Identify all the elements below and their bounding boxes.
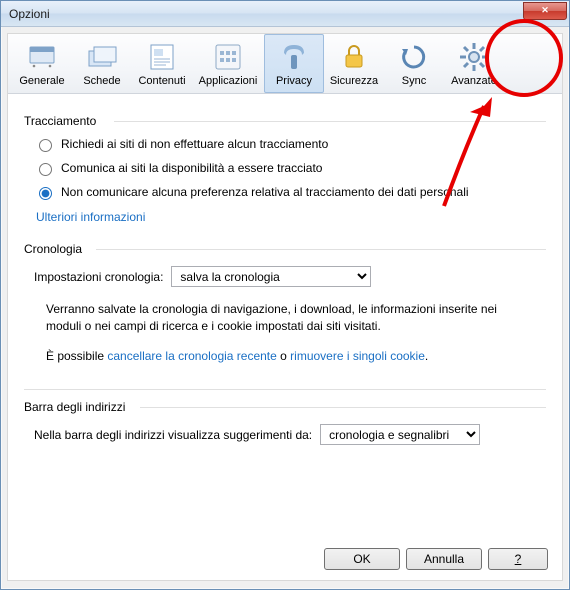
general-icon (26, 41, 58, 73)
history-desc-links: È possibile cancellare la cronologia rec… (46, 348, 524, 365)
tab-advanced-label: Avanzate (451, 75, 497, 87)
tab-content[interactable]: Contenuti (132, 34, 192, 93)
gear-icon (458, 41, 490, 73)
titlebar: Opzioni (1, 1, 569, 27)
applications-icon (212, 41, 244, 73)
privacy-icon (278, 41, 310, 73)
tab-content-label: Contenuti (138, 75, 185, 87)
tab-general-label: Generale (19, 75, 64, 87)
tracking-opt-2[interactable]: Comunica ai siti la disponibilità a esse… (34, 160, 546, 176)
radio-dnt[interactable] (39, 139, 52, 152)
ok-button[interactable]: OK (324, 548, 400, 570)
tab-general[interactable]: Generale (12, 34, 72, 93)
sync-icon (398, 41, 430, 73)
tab-privacy[interactable]: Privacy (264, 34, 324, 93)
tab-security-label: Sicurezza (330, 75, 378, 87)
cancel-button[interactable]: Annulla (406, 548, 482, 570)
addressbar-label: Nella barra degli indirizzi visualizza s… (34, 428, 312, 442)
tab-privacy-label: Privacy (276, 75, 312, 87)
tracking-legend: Tracciamento (24, 114, 546, 128)
tab-applications-label: Applicazioni (199, 75, 258, 87)
tab-tabs[interactable]: Schede (72, 34, 132, 93)
tabs-icon (86, 41, 118, 73)
tracking-opt-1-label: Richiedi ai siti di non effettuare alcun… (61, 137, 328, 151)
options-window: Opzioni Generale Schede Contenuti (0, 0, 570, 590)
help-button[interactable]: ? (488, 548, 548, 570)
history-mode-select[interactable]: salva la cronologia (171, 266, 371, 287)
radio-allow[interactable] (39, 163, 52, 176)
dialog-buttons: OK Annulla ? (324, 548, 548, 570)
divider (24, 389, 546, 390)
tab-sync[interactable]: Sync (384, 34, 444, 93)
panel-body: Tracciamento Richiedi ai siti di non eff… (8, 94, 562, 457)
addressbar-legend: Barra degli indirizzi (24, 400, 546, 414)
tracking-opt-1[interactable]: Richiedi ai siti di non effettuare alcun… (34, 136, 546, 152)
category-toolbar: Generale Schede Contenuti Applicazioni (8, 34, 562, 94)
history-settings-label: Impostazioni cronologia: (34, 270, 163, 284)
remove-cookies-link[interactable]: rimuovere i singoli cookie (290, 349, 425, 363)
content-icon (146, 41, 178, 73)
addressbar-suggest-select[interactable]: cronologia e segnalibri (320, 424, 480, 445)
tab-sync-label: Sync (402, 75, 426, 87)
clear-recent-history-link[interactable]: cancellare la cronologia recente (107, 349, 276, 363)
tracking-opt-3-label: Non comunicare alcuna preferenza relativ… (61, 185, 469, 199)
tab-advanced[interactable]: Avanzate (444, 34, 504, 93)
history-legend: Cronologia (24, 242, 546, 256)
tracking-moreinfo-link[interactable]: Ulteriori informazioni (36, 210, 145, 224)
lock-icon (338, 41, 370, 73)
tracking-opt-2-label: Comunica ai siti la disponibilità a esse… (61, 161, 322, 175)
content-area: Generale Schede Contenuti Applicazioni (7, 33, 563, 581)
tab-tabs-label: Schede (83, 75, 120, 87)
radio-nopref[interactable] (39, 187, 52, 200)
tracking-opt-3[interactable]: Non comunicare alcuna preferenza relativ… (34, 184, 546, 200)
tab-security[interactable]: Sicurezza (324, 34, 384, 93)
tab-applications[interactable]: Applicazioni (192, 34, 264, 93)
history-desc: Verranno salvate la cronologia di naviga… (46, 301, 524, 365)
history-desc-text: Verranno salvate la cronologia di naviga… (46, 301, 524, 336)
close-icon[interactable] (523, 2, 567, 20)
window-title: Opzioni (9, 7, 523, 21)
